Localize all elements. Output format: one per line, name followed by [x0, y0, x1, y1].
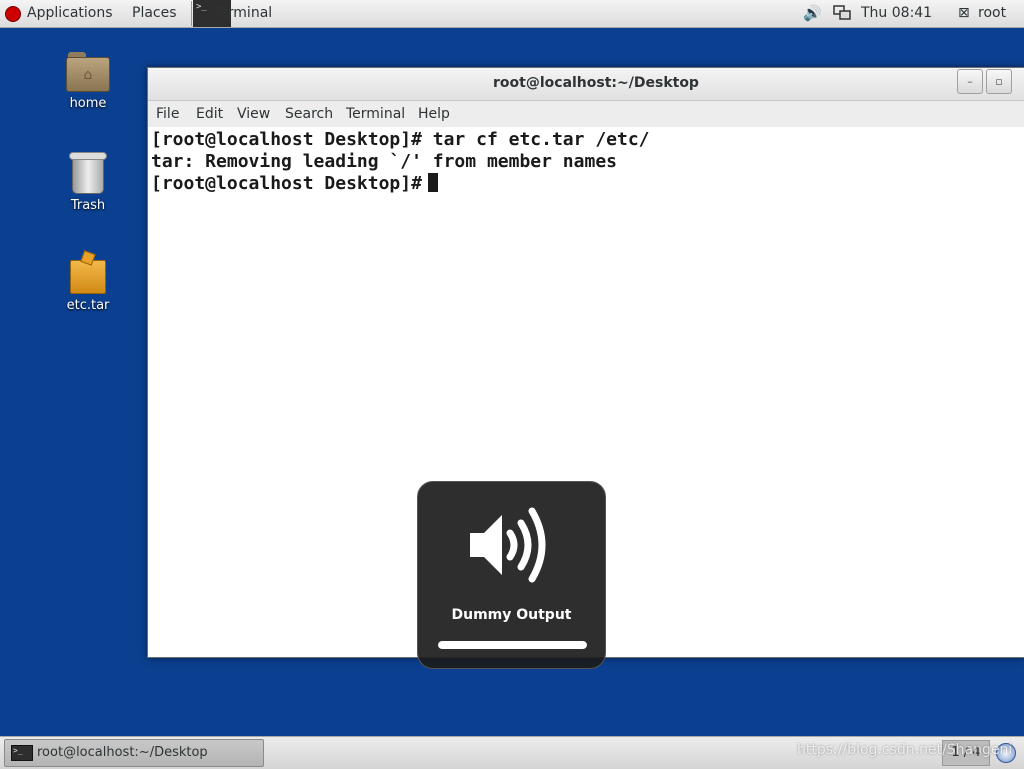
- archive-icon: [70, 250, 106, 294]
- network-icon[interactable]: [833, 5, 851, 21]
- terminal-prompt: [root@localhost Desktop]#: [151, 173, 422, 194]
- window-titlebar[interactable]: root@localhost:~/Desktop – ▫: [148, 68, 1024, 101]
- maximize-button[interactable]: ▫: [986, 69, 1012, 94]
- text-cursor: [427, 173, 438, 192]
- menu-help[interactable]: Help: [418, 101, 450, 127]
- bottom-panel: >_ root@localhost:~/Desktop 1 / 4 https:…: [0, 736, 1024, 769]
- top-panel: Applications Places >_ Terminal 🔊 Thu 08…: [0, 0, 1024, 28]
- redhat-logo-icon[interactable]: [5, 6, 21, 22]
- watermark: https://blog.csdn.net/Shangeni: [797, 742, 1013, 758]
- terminal-line: tar: Removing leading `/' from member na…: [151, 151, 617, 172]
- desktop-icon-label: etc.tar: [66, 298, 110, 313]
- desktop-icon-label: home: [69, 96, 107, 111]
- user-menu[interactable]: root: [978, 0, 1006, 27]
- desktop-icon-trash[interactable]: Trash: [48, 150, 128, 213]
- volume-osd: Dummy Output: [417, 481, 606, 669]
- clock[interactable]: Thu 08:41: [861, 0, 932, 27]
- trash-icon: [69, 150, 107, 194]
- desktop-icon-label: Trash: [70, 198, 106, 213]
- menu-view[interactable]: View: [237, 101, 270, 127]
- terminal-prompt-line: [root@localhost Desktop]#: [151, 173, 438, 195]
- folder-home-icon: ⌂: [66, 52, 110, 92]
- desktop-icon-etc-tar[interactable]: etc.tar: [48, 250, 128, 313]
- places-menu[interactable]: Places: [132, 0, 177, 27]
- volume-level-fill: [438, 641, 587, 649]
- menubar: File Edit View Search Terminal Help: [148, 101, 1024, 127]
- terminal-launcher-button[interactable]: >_ Terminal: [193, 0, 275, 27]
- taskbar-window-label: root@localhost:~/Desktop: [37, 745, 208, 760]
- volume-icon[interactable]: 🔊: [803, 0, 822, 27]
- terminal-launcher-label: Terminal: [213, 5, 273, 21]
- terminal-icon: >_: [11, 745, 33, 761]
- menu-terminal[interactable]: Terminal: [346, 101, 405, 127]
- menu-file[interactable]: File: [156, 101, 179, 127]
- terminal-line: [root@localhost Desktop]# tar cf etc.tar…: [151, 129, 650, 150]
- menu-search[interactable]: Search: [285, 101, 333, 127]
- volume-level-bar: [438, 641, 587, 649]
- osd-label: Dummy Output: [451, 607, 572, 623]
- user-icon[interactable]: ⊠: [958, 0, 970, 27]
- menu-edit[interactable]: Edit: [196, 101, 223, 127]
- window-title: root@localhost:~/Desktop: [493, 75, 699, 91]
- taskbar-window-button[interactable]: >_ root@localhost:~/Desktop: [4, 739, 264, 767]
- speaker-volume-icon: [470, 507, 546, 583]
- desktop-icon-home[interactable]: ⌂ home: [48, 52, 128, 111]
- panel-separator: [191, 1, 192, 26]
- applications-menu[interactable]: Applications: [27, 0, 113, 27]
- minimize-button[interactable]: –: [957, 69, 983, 94]
